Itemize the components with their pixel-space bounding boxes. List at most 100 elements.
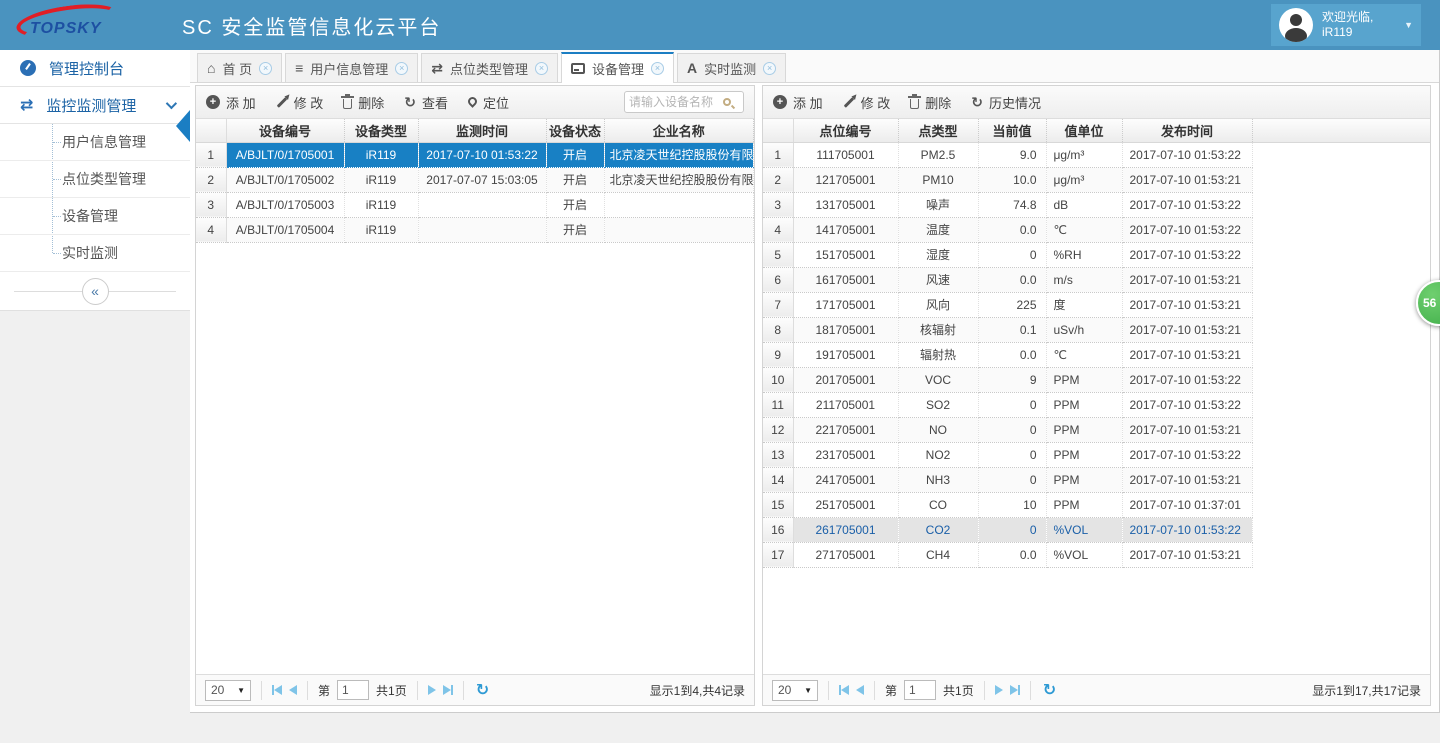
tab-device-management[interactable]: 设备管理 × [561, 52, 674, 83]
cell [418, 217, 546, 242]
tab-user-info[interactable]: ≡ 用户信息管理 × [285, 53, 418, 82]
close-icon[interactable]: × [259, 62, 272, 75]
cell: 开启 [546, 167, 604, 192]
table-row[interactable]: 1111705001PM2.59.0μg/m³2017-07-10 01:53:… [763, 142, 1252, 167]
badge-value: 56 [1423, 296, 1436, 310]
table-row[interactable]: 10201705001VOC9PPM2017-07-10 01:53:22 [763, 367, 1252, 392]
trash-icon [910, 99, 919, 109]
edit-button[interactable]: 修 改 [276, 93, 324, 112]
table-row[interactable]: 7171705001风向225度2017-07-10 01:53:21 [763, 292, 1252, 317]
column-header[interactable]: 值单位 [1046, 119, 1122, 142]
sidebar-item-point-type[interactable]: 点位类型管理 [0, 161, 190, 198]
table-row[interactable]: 2A/BJLT/0/1705002iR1192017-07-07 15:03:0… [196, 167, 754, 192]
view-button[interactable]: ↻ 查看 [404, 93, 448, 112]
next-page-button[interactable] [995, 685, 1003, 695]
next-page-button[interactable] [428, 685, 436, 695]
table-row[interactable]: 13231705001NO20PPM2017-07-10 01:53:22 [763, 442, 1252, 467]
table-row[interactable]: 15251705001CO10PPM2017-07-10 01:37:01 [763, 492, 1252, 517]
column-header[interactable]: 当前值 [978, 119, 1046, 142]
cell: μg/m³ [1046, 142, 1122, 167]
first-page-button[interactable] [839, 685, 849, 695]
edit-button[interactable]: 修 改 [843, 93, 891, 112]
row-number: 16 [763, 517, 793, 542]
table-row[interactable]: 1A/BJLT/0/1705001iR1192017-07-10 01:53:2… [196, 142, 754, 167]
page-number-input[interactable] [904, 680, 936, 700]
prev-page-button[interactable] [856, 685, 864, 695]
column-header[interactable]: 点类型 [898, 119, 978, 142]
app-header: TOPSKY SC 安全监管信息化云平台 欢迎光临, iR119 ▼ [0, 0, 1440, 50]
sidebar-item-monitor-management[interactable]: ⇄ 监控监测管理 [0, 87, 190, 124]
table-row[interactable]: 3131705001噪声74.8dB2017-07-10 01:53:22 [763, 192, 1252, 217]
table-row[interactable]: 12221705001NO0PPM2017-07-10 01:53:21 [763, 417, 1252, 442]
column-header[interactable]: 点位编号 [793, 119, 898, 142]
device-icon [571, 63, 585, 74]
refresh-icon[interactable]: ↻ [1043, 680, 1056, 700]
cell: 261705001 [793, 517, 898, 542]
history-button[interactable]: ↻ 历史情况 [971, 93, 1041, 112]
page-number-input[interactable] [337, 680, 369, 700]
page-title: SC 安全监管信息化云平台 [182, 11, 441, 40]
row-number: 2 [196, 167, 226, 192]
sidebar-item-realtime-monitor[interactable]: 实时监测 [0, 235, 190, 272]
add-button[interactable]: + 添 加 [206, 93, 256, 112]
repeat-icon: ⇄ [431, 60, 443, 77]
add-button[interactable]: + 添 加 [773, 93, 823, 112]
table-row[interactable]: 9191705001辐射热0.0℃2017-07-10 01:53:21 [763, 342, 1252, 367]
refresh-icon[interactable]: ↻ [476, 680, 489, 700]
welcome-text: 欢迎光临, [1322, 10, 1373, 24]
delete-button[interactable]: 删除 [343, 93, 384, 112]
table-row[interactable]: 17271705001CH40.0%VOL2017-07-10 01:53:21 [763, 542, 1252, 567]
close-icon[interactable]: × [651, 62, 664, 75]
cell: 181705001 [793, 317, 898, 342]
table-row[interactable]: 4A/BJLT/0/1705004iR119开启 [196, 217, 754, 242]
table-row[interactable]: 11211705001SO20PPM2017-07-10 01:53:22 [763, 392, 1252, 417]
last-page-button[interactable] [1010, 685, 1020, 695]
cell: 开启 [546, 142, 604, 167]
column-header[interactable]: 设备状态 [546, 119, 604, 142]
prev-page-button[interactable] [289, 685, 297, 695]
close-icon[interactable]: × [535, 62, 548, 75]
page-size-select[interactable]: 20 ▼ [772, 680, 818, 701]
tab-point-type[interactable]: ⇄ 点位类型管理 × [421, 53, 558, 82]
last-page-button[interactable] [443, 685, 453, 695]
first-page-button[interactable] [272, 685, 282, 695]
device-search-input[interactable] [629, 95, 723, 109]
table-row[interactable]: 14241705001NH30PPM2017-07-10 01:53:21 [763, 467, 1252, 492]
device-pagination: 20 ▼ 第 共1页 ↻ 显示1到4,共4记录 [196, 674, 754, 705]
user-dropdown-icon[interactable]: ▼ [1404, 20, 1413, 30]
column-header[interactable]: 设备编号 [226, 119, 344, 142]
table-row[interactable]: 8181705001核辐射0.1uSv/h2017-07-10 01:53:21 [763, 317, 1252, 342]
cell: 111705001 [793, 142, 898, 167]
locate-button[interactable]: 定位 [468, 93, 509, 112]
table-row[interactable]: 2121705001PM1010.0μg/m³2017-07-10 01:53:… [763, 167, 1252, 192]
sidebar-item-device-management[interactable]: 设备管理 [0, 198, 190, 235]
row-number: 13 [763, 442, 793, 467]
column-header[interactable]: 企业名称 [604, 119, 754, 142]
tab-realtime-monitor[interactable]: A 实时监测 × [677, 53, 786, 82]
close-icon[interactable]: × [395, 62, 408, 75]
sidebar-item-user-info[interactable]: 用户信息管理 [0, 124, 190, 161]
tab-home[interactable]: ⌂ 首 页 × [197, 53, 282, 82]
close-icon[interactable]: × [763, 62, 776, 75]
cell: ℃ [1046, 342, 1122, 367]
table-row[interactable]: 5151705001湿度0%RH2017-07-10 01:53:22 [763, 242, 1252, 267]
sidebar-collapse-button[interactable]: « [82, 278, 109, 305]
page-size-select[interactable]: 20 ▼ [205, 680, 251, 701]
table-row[interactable]: 3A/BJLT/0/1705003iR119开启 [196, 192, 754, 217]
row-number: 4 [196, 217, 226, 242]
table-row[interactable]: 4141705001温度0.0℃2017-07-10 01:53:22 [763, 217, 1252, 242]
table-row[interactable]: 16261705001CO20%VOL2017-07-10 01:53:22 [763, 517, 1252, 542]
delete-button[interactable]: 删除 [910, 93, 951, 112]
chevron-down-icon[interactable] [166, 98, 177, 109]
plus-icon: + [773, 95, 787, 109]
user-menu[interactable]: 欢迎光临, iR119 ▼ [1271, 4, 1421, 46]
record-summary: 显示1到4,共4记录 [650, 682, 745, 699]
column-header[interactable]: 设备类型 [344, 119, 418, 142]
search-icon[interactable] [723, 98, 731, 106]
cell [604, 217, 754, 242]
table-row[interactable]: 6161705001风速0.0m/s2017-07-10 01:53:21 [763, 267, 1252, 292]
cell: 271705001 [793, 542, 898, 567]
column-header[interactable]: 发布时间 [1122, 119, 1252, 142]
sidebar-item-dashboard[interactable]: 管理控制台 [0, 50, 190, 87]
column-header[interactable]: 监测时间 [418, 119, 546, 142]
